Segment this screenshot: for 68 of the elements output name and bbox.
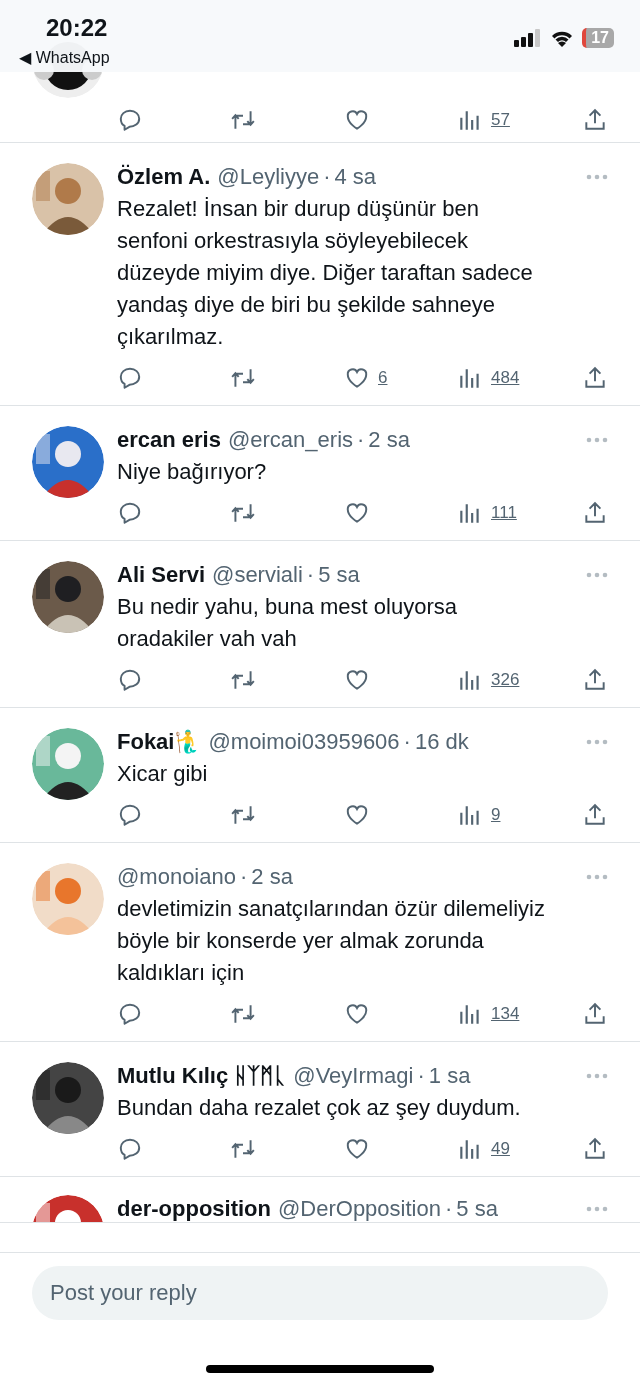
share-icon[interactable] [582, 107, 608, 133]
share-icon[interactable] [582, 667, 608, 693]
reply-icon[interactable] [117, 1001, 143, 1027]
post-text: Bu nedir yahu, buna mest oluyorsa oradakiler vah vah [117, 593, 458, 653]
reply-icon[interactable] [117, 1136, 143, 1162]
post-text: Xicar gibi [117, 760, 209, 788]
separator-dot: · [357, 426, 365, 454]
battery-indicator: 17 [582, 28, 614, 48]
post-time[interactable]: 4 sa [334, 163, 377, 191]
like-count[interactable]: 6 [378, 368, 388, 388]
reply-icon[interactable] [117, 365, 143, 391]
author-handle[interactable]: @Leyliyye [217, 163, 320, 191]
post-time[interactable]: 5 sa [456, 1195, 498, 1222]
like-icon[interactable] [344, 365, 370, 391]
author-name[interactable]: Mutlu Kılıç ᚺᛉᛗᚳ [117, 1062, 287, 1090]
like-icon[interactable] [344, 1136, 370, 1162]
share-icon[interactable] [582, 802, 608, 828]
reply-icon[interactable] [117, 107, 143, 133]
separator-dot: · [306, 561, 315, 589]
author-name[interactable]: Fokai🧜‍♂ [117, 728, 202, 756]
separator-dot: · [239, 863, 248, 891]
like-icon[interactable] [344, 500, 370, 526]
post-text: Rezalet! İnsan bir durup düşünür ben senfoni orkestrasıyla söyleyebilecek düzeyde miyim diye. Diğer taraftan sadece yandaş diye de biri bu şekilde sahneye çıkarılmaz. [117, 195, 534, 351]
share-icon[interactable] [582, 1136, 608, 1162]
back-to-app-link[interactable]: ◀ WhatsApp [19, 48, 110, 67]
author-name[interactable]: Ali Servi [117, 561, 206, 589]
view-count[interactable]: 57 [491, 110, 510, 130]
author-handle[interactable]: @monoiano [117, 863, 236, 891]
post-time[interactable]: 1 sa [428, 1062, 471, 1090]
reply-icon[interactable] [117, 667, 143, 693]
author-handle[interactable]: @ercan_eris [227, 426, 354, 454]
post-time[interactable]: 2 sa [368, 426, 410, 454]
reply-field[interactable]: Post your reply [32, 1266, 608, 1320]
view-count[interactable]: 111 [491, 503, 517, 523]
share-icon[interactable] [582, 365, 608, 391]
reply-icon[interactable] [117, 500, 143, 526]
author-handle[interactable]: @VeyIrmagi [293, 1062, 414, 1090]
separator-dot: · [417, 1062, 425, 1090]
share-icon[interactable] [582, 1001, 608, 1027]
view-count[interactable]: 484 [491, 368, 520, 388]
separator-dot: · [444, 1195, 453, 1222]
like-icon[interactable] [344, 1001, 370, 1027]
view-count[interactable]: 9 [491, 805, 501, 825]
post-time[interactable]: 5 sa [318, 561, 360, 589]
author-handle[interactable]: @DerOpposition [278, 1195, 441, 1222]
separator-dot: · [323, 163, 331, 191]
clock: 20:22 [46, 14, 108, 42]
view-count[interactable]: 134 [491, 1004, 520, 1024]
author-handle[interactable]: @moimoi03959606 [208, 728, 400, 756]
post-time[interactable]: 16 dk [414, 728, 469, 756]
post-text: Bundan daha rezalet çok az şey duydum. [117, 1094, 522, 1122]
author-name[interactable]: Özlem A. [117, 163, 211, 191]
post-time[interactable]: 2 sa [251, 863, 293, 891]
reply-icon[interactable] [117, 802, 143, 828]
share-icon[interactable] [582, 500, 608, 526]
separator-dot: · [403, 728, 411, 756]
post-text: devletimizin sanatçılarından özür dilemeliyiz böyle bir konserde yer almak zorunda kaldıkları için [117, 895, 546, 987]
post-text: Niye bağırıyor? [117, 458, 268, 486]
like-icon[interactable] [344, 667, 370, 693]
signal-icon [514, 29, 543, 47]
author-handle[interactable]: @serviali [212, 561, 303, 589]
author-name[interactable]: der-opposition [117, 1195, 271, 1222]
view-count[interactable]: 49 [491, 1139, 510, 1159]
author-name[interactable]: ercan eris [117, 426, 221, 454]
like-icon[interactable] [344, 802, 370, 828]
wifi-icon [550, 29, 575, 47]
view-count[interactable]: 326 [491, 670, 520, 690]
like-icon[interactable] [344, 107, 370, 133]
